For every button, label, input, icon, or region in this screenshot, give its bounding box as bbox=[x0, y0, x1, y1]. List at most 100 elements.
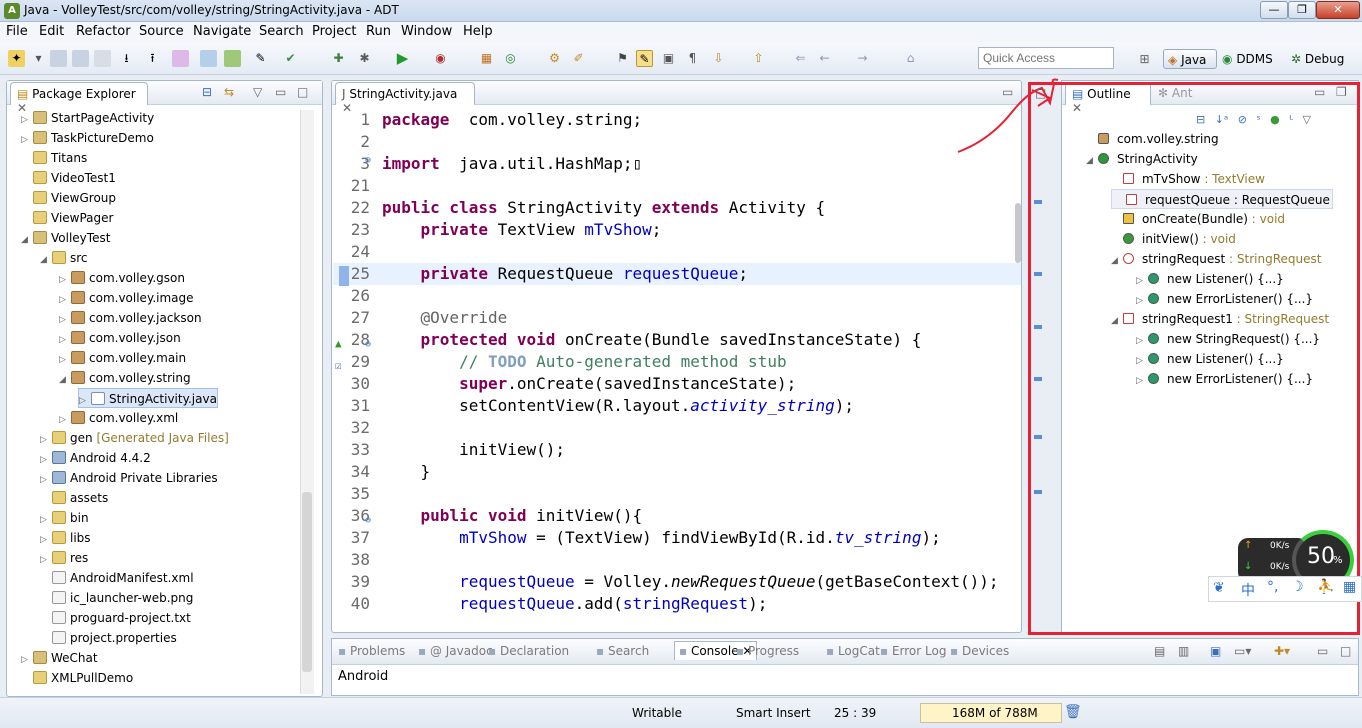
tree-item[interactable]: ▷ WeChat bbox=[21, 648, 98, 668]
tree-item[interactable]: XMLPullDemo bbox=[21, 668, 133, 688]
android-sdk-icon[interactable] bbox=[172, 50, 189, 67]
expand-toggle-icon[interactable]: ▷ bbox=[40, 470, 52, 490]
perspective-debug[interactable]: ✲ Debug bbox=[1291, 49, 1344, 69]
close-button[interactable]: ✕ bbox=[1316, 1, 1360, 19]
code-area[interactable]: 1 package com.volley.string; 2 3 import java… bbox=[332, 106, 1021, 632]
code-line[interactable]: 39 requestQueue = Volley.newRequestQueue… bbox=[332, 571, 1021, 593]
code-line[interactable]: 34 } bbox=[332, 461, 1021, 483]
expand-toggle-icon[interactable]: ◢ bbox=[21, 230, 33, 250]
back-icon[interactable]: ← bbox=[816, 50, 833, 67]
tab-error-log[interactable]: ▪ Error Log bbox=[880, 644, 946, 658]
expand-toggle-icon[interactable]: ▷ bbox=[40, 510, 52, 530]
code-line[interactable]: 33 initView(); bbox=[332, 439, 1021, 461]
tree-item[interactable]: ▷ res bbox=[40, 548, 88, 568]
expand-toggle-icon[interactable]: ▷ bbox=[59, 290, 71, 310]
tab-logcat[interactable]: ▪ LogCat bbox=[826, 644, 880, 658]
menu-help[interactable]: Help bbox=[463, 24, 493, 39]
expand-toggle-icon[interactable]: ▷ bbox=[59, 310, 71, 330]
editor-scroll-thumb[interactable] bbox=[1015, 203, 1021, 263]
menu-search[interactable]: Search bbox=[259, 24, 304, 39]
maximize-view-icon[interactable]: □ bbox=[297, 85, 308, 99]
code-line[interactable]: 31 setContentView(R.layout.activity_stri… bbox=[332, 395, 1021, 417]
tree-item[interactable]: ▷ com.volley.image bbox=[59, 288, 194, 308]
pin-console-icon[interactable]: ▣ bbox=[1210, 644, 1221, 658]
new-icon[interactable]: ✦ bbox=[8, 50, 25, 67]
open-type-icon[interactable]: ⚙ bbox=[546, 50, 563, 67]
tab-progress[interactable]: ▪ Progress bbox=[736, 644, 799, 658]
tree-item[interactable]: ▷ libs bbox=[40, 528, 91, 548]
show-whitespace-icon[interactable]: ¶ bbox=[684, 50, 701, 67]
tab-problems[interactable]: ▪ Problems bbox=[338, 644, 405, 658]
new-package-icon[interactable]: ▦ bbox=[478, 50, 495, 67]
expand-toggle-icon[interactable]: ▷ bbox=[59, 270, 71, 290]
open-perspective-icon[interactable]: ⊞ bbox=[1136, 51, 1153, 68]
run-icon[interactable]: ▶ bbox=[394, 50, 411, 67]
code-line[interactable]: 3 import java.util.HashMap;▯ bbox=[332, 153, 1021, 175]
view-menu-icon[interactable]: ▽ bbox=[253, 85, 262, 99]
tree-item[interactable]: ◢ com.volley.string bbox=[59, 368, 191, 388]
task-marker-icon[interactable]: ☑ bbox=[335, 359, 342, 372]
block-selection-icon[interactable]: ▣ bbox=[660, 50, 677, 67]
code-line[interactable]: 21 bbox=[332, 175, 1021, 197]
expand-toggle-icon[interactable]: ▷ bbox=[40, 450, 52, 470]
lint-icon[interactable]: ✎ bbox=[252, 50, 269, 67]
ime-chinese[interactable]: 中 bbox=[1241, 580, 1255, 600]
avd-icon[interactable] bbox=[200, 50, 217, 67]
garbage-collect-icon[interactable]: 🗑 bbox=[1064, 704, 1082, 720]
expand-toggle-icon[interactable]: ▷ bbox=[40, 430, 52, 450]
fold-toggle-icon[interactable]: ⊖ bbox=[365, 155, 371, 166]
code-line[interactable]: 26 bbox=[332, 285, 1021, 307]
tab-javadoc[interactable]: ▪ @ Javadoc bbox=[418, 644, 493, 658]
expand-toggle-icon[interactable]: ◢ bbox=[40, 250, 52, 270]
tree-item[interactable]: ▷ StartPageActivity bbox=[21, 108, 154, 128]
expand-toggle-icon[interactable]: ▷ bbox=[40, 530, 52, 550]
tab-string-activity[interactable]: J StringActivity.java ✕ bbox=[335, 82, 475, 115]
tree-item[interactable]: ▷ Android Private Libraries bbox=[40, 468, 218, 488]
tree-item[interactable]: AndroidManifest.xml bbox=[40, 568, 194, 588]
tab-devices[interactable]: ▪ Devices bbox=[950, 644, 1009, 658]
ime-grid-icon[interactable]: ▦ bbox=[1343, 579, 1356, 595]
maximize-view-icon[interactable]: □ bbox=[1340, 644, 1351, 658]
minimize-button[interactable]: — bbox=[1260, 1, 1288, 19]
code-line[interactable]: 22 public class StringActivity extends Ac… bbox=[332, 197, 1021, 219]
package-explorer-scroll-thumb[interactable] bbox=[302, 492, 312, 672]
menu-file[interactable]: File bbox=[6, 24, 28, 39]
import-icon[interactable]: ⭳ bbox=[118, 50, 135, 67]
override-marker-icon[interactable]: ▲ bbox=[335, 337, 342, 350]
code-line[interactable]: 40 requestQueue.add(stringRequest); bbox=[332, 593, 1021, 615]
display-console-icon[interactable]: ▭▾ bbox=[1234, 644, 1251, 658]
code-line[interactable]: 27 @Override bbox=[332, 307, 1021, 329]
perspective-ddms[interactable]: ◉ DDMS bbox=[1222, 49, 1273, 69]
tree-item[interactable]: Titans bbox=[21, 148, 87, 168]
tree-item[interactable]: ▷ com.volley.gson bbox=[59, 268, 185, 288]
quick-access-input[interactable] bbox=[978, 47, 1114, 69]
expand-toggle-icon[interactable]: ▷ bbox=[59, 410, 71, 430]
search-tool-icon[interactable]: ✐ bbox=[570, 50, 587, 67]
perspective-java[interactable]: ◈ Java bbox=[1163, 49, 1217, 69]
code-line[interactable]: 28 protected void onCreate(Bundle savedI… bbox=[332, 329, 1021, 351]
prev-annotation-icon[interactable]: ⇧ bbox=[750, 50, 767, 67]
tree-item[interactable]: ▷ Android 4.4.2 bbox=[40, 448, 151, 468]
minimize-view-icon[interactable]: ▭ bbox=[1317, 644, 1328, 658]
tree-item[interactable]: ▷ com.volley.json bbox=[59, 328, 181, 348]
tab-package-explorer[interactable]: ▤ Package Explorer ✕ bbox=[10, 82, 148, 115]
code-line[interactable]: 2 bbox=[332, 131, 1021, 153]
tree-item[interactable]: ▷ com.volley.main bbox=[59, 348, 186, 368]
menu-project[interactable]: Project bbox=[312, 24, 356, 39]
tree-item[interactable]: VideoTest1 bbox=[21, 168, 116, 188]
expand-toggle-icon[interactable]: ▷ bbox=[40, 550, 52, 570]
maximize-button[interactable]: ❐ bbox=[1288, 1, 1316, 19]
code-line[interactable]: 23 private TextView mTvShow; bbox=[332, 219, 1021, 241]
tree-item[interactable]: ▷ StringActivity.java bbox=[78, 388, 218, 408]
tree-item[interactable]: proguard-project.txt bbox=[40, 608, 191, 628]
new-project-icon[interactable]: ✚ bbox=[330, 50, 347, 67]
menu-window[interactable]: Window bbox=[401, 24, 452, 39]
expand-toggle-icon[interactable]: ▷ bbox=[21, 130, 33, 150]
forward-icon[interactable]: → bbox=[854, 50, 871, 67]
tree-item[interactable]: ▷ com.volley.jackson bbox=[59, 308, 202, 328]
expand-toggle-icon[interactable]: ▷ bbox=[21, 110, 33, 130]
code-line[interactable]: 1 package com.volley.string; bbox=[332, 109, 1021, 131]
tree-item[interactable]: ◢ src bbox=[40, 248, 88, 268]
debug-icon[interactable]: ✱ bbox=[356, 50, 373, 67]
toggle-mark-icon[interactable]: ⚑ bbox=[614, 50, 631, 67]
